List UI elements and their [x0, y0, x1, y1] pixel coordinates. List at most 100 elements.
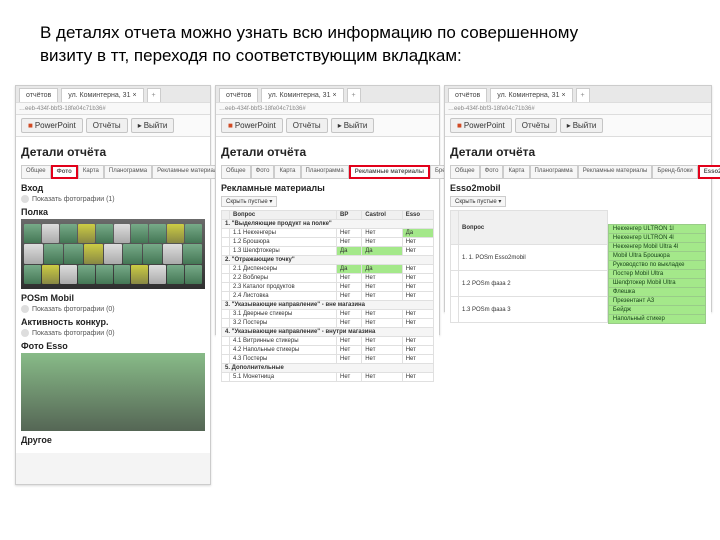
col-header: Esso — [402, 211, 433, 220]
tab-esso2mobil[interactable]: Esso2mobil — [698, 165, 720, 179]
tab-фото[interactable]: Фото — [480, 165, 504, 179]
toolbar: ■PowerPoint Отчёты ▸ Выйти — [445, 115, 711, 137]
tab-new[interactable]: + — [147, 88, 161, 102]
col-header: Вопрос — [230, 211, 337, 220]
table-row[interactable]: 1. "Выделяющие продукт на полке" — [222, 220, 434, 229]
page-title: Детали отчёта — [221, 145, 434, 159]
table-row[interactable]: 4.3 ПостерыНетНетНет — [222, 355, 434, 364]
section-vhod: Вход — [21, 183, 205, 193]
tab-планограмма[interactable]: Планограмма — [530, 165, 578, 179]
table-row[interactable]: 5. Дополнительные — [222, 364, 434, 373]
browser-tabs: отчётов ул. Коминтерна, 31 × + — [16, 86, 210, 102]
table-row[interactable]: 2.2 ВоблерыНетНетНет — [222, 274, 434, 283]
reports-button[interactable]: Отчёты — [515, 118, 557, 133]
table-row[interactable]: 1.3 POSm фаза 3 — [451, 297, 608, 323]
esso2mobil-table: Вопрос1. 1. POSm Esso2mobil1.2 POSm фаза… — [450, 210, 608, 323]
table-row[interactable]: 4.1 Витринные стикерыНетНетНет — [222, 337, 434, 346]
tab-общее[interactable]: Общее — [21, 165, 51, 179]
powerpoint-button[interactable]: ■PowerPoint — [21, 118, 83, 133]
posm-list: Некхенгер ULTRON 1lНекхенгер ULTRON 4lНе… — [608, 224, 706, 323]
tab-address[interactable]: ул. Коминтерна, 31 × — [61, 88, 143, 102]
table-row[interactable]: 2.1 ДиспенсерыДаДаНет — [222, 265, 434, 274]
browser-tabs: отчётов ул. Коминтерна, 31 × + — [445, 86, 711, 102]
table-row[interactable]: 5.1 МонетницаНетНетНет — [222, 373, 434, 382]
url-bar[interactable]: …eeb-434f-bbf3-18fe04c71b36# — [16, 102, 210, 115]
tab-new[interactable]: + — [347, 88, 361, 102]
tab-рекламные материалы[interactable]: Рекламные материалы — [578, 165, 653, 179]
link-vhod-photos[interactable]: Показать фотографии (1) — [21, 195, 205, 203]
detail-tabs: ОбщееФотоКартаПланограммаРекламные матер… — [221, 165, 434, 179]
page-title: Детали отчёта — [21, 145, 205, 159]
tab-address[interactable]: ул. Коминтерна, 31 × — [490, 88, 572, 102]
list-item[interactable]: Напольный стикер — [608, 314, 706, 324]
tab-рекламные материалы[interactable]: Рекламные материалы — [349, 165, 430, 179]
tab-планограмма[interactable]: Планограмма — [301, 165, 349, 179]
exit-button[interactable]: ▸ Выйти — [331, 118, 375, 133]
tab-карта[interactable]: Карта — [274, 165, 300, 179]
photo-icon — [21, 329, 29, 337]
exit-button[interactable]: ▸ Выйти — [560, 118, 604, 133]
tab-reports[interactable]: отчётов — [219, 88, 258, 102]
table-row[interactable]: 4.2 Напольные стикерыНетНетНет — [222, 346, 434, 355]
link-activity-photos[interactable]: Показать фотографии (0) — [21, 329, 205, 337]
tab-reports[interactable]: отчётов — [448, 88, 487, 102]
table-row[interactable]: 2. "Отражающие точку" — [222, 256, 434, 265]
section-other: Другое — [21, 435, 205, 445]
close-icon[interactable]: × — [332, 92, 336, 99]
detail-tabs: ОбщееФотоКартаПланограммаРекламные матер… — [21, 165, 205, 179]
filter-dropdown[interactable]: Скрыть пустые ▾ — [221, 196, 277, 207]
col-header: BP — [337, 211, 362, 220]
toolbar: ■PowerPoint Отчёты ▸ Выйти — [216, 115, 439, 137]
link-posm-photos[interactable]: Показать фотографии (0) — [21, 305, 205, 313]
shelf-photo[interactable] — [21, 219, 205, 289]
table-row[interactable]: 1.2 БрошюраНетНетНет — [222, 238, 434, 247]
url-bar[interactable]: …eeb-434f-bbf3-18fe04c71b36# — [216, 102, 439, 115]
exit-button[interactable]: ▸ Выйти — [131, 118, 175, 133]
table-row[interactable]: 2.3 Каталог продуктовНетНетНет — [222, 283, 434, 292]
tab-общее[interactable]: Общее — [221, 165, 251, 179]
esso-photo[interactable] — [21, 353, 205, 431]
table-row[interactable]: 4. "Указывающие направление" - внутри ма… — [222, 328, 434, 337]
page-title: Детали отчёта — [450, 145, 706, 159]
section-polka: Полка — [21, 207, 205, 217]
section-posm: POSm Mobil — [21, 293, 205, 303]
photo-icon — [21, 305, 29, 313]
table-row[interactable]: 1.3 ШелфтокерыДаДаНет — [222, 247, 434, 256]
close-icon[interactable]: × — [132, 92, 136, 99]
heading-line2: визиту в тт, переходя по соответствующим… — [40, 46, 462, 65]
powerpoint-button[interactable]: ■PowerPoint — [221, 118, 283, 133]
toolbar: ■PowerPoint Отчёты ▸ Выйти — [16, 115, 210, 137]
screenshot-photos: отчётов ул. Коминтерна, 31 × + …eeb-434f… — [15, 85, 211, 485]
tab-карта[interactable]: Карта — [78, 165, 104, 179]
tab-new[interactable]: + — [576, 88, 590, 102]
tab-карта[interactable]: Карта — [503, 165, 529, 179]
screenshot-esso2mobil: отчётов ул. Коминтерна, 31 × + …eeb-434f… — [444, 85, 712, 312]
table-row[interactable]: 3.1 Дверные стикерыНетНетНет — [222, 310, 434, 319]
section-materials: Рекламные материалы — [221, 183, 434, 193]
table-row[interactable]: 3. "Указывающие направление" - вне магаз… — [222, 301, 434, 310]
tab-address[interactable]: ул. Коминтерна, 31 × — [261, 88, 343, 102]
tab-reports[interactable]: отчётов — [19, 88, 58, 102]
url-bar[interactable]: …eeb-434f-bbf3-18fe04c71b36# — [445, 102, 711, 115]
reports-button[interactable]: Отчёты — [86, 118, 128, 133]
screenshot-materials: отчётов ул. Коминтерна, 31 × + …eeb-434f… — [215, 85, 440, 335]
powerpoint-button[interactable]: ■PowerPoint — [450, 118, 512, 133]
reports-button[interactable]: Отчёты — [286, 118, 328, 133]
tab-фото[interactable]: Фото — [251, 165, 275, 179]
table-row[interactable]: 1.2 POSm фаза 2 — [451, 271, 608, 297]
tab-планограмма[interactable]: Планограмма — [104, 165, 152, 179]
tab-бренд-блоки[interactable]: Бренд-блоки — [652, 165, 697, 179]
table-row[interactable]: 1.1 НекхенгерыНетНетДа — [222, 229, 434, 238]
col-header — [222, 211, 230, 220]
table-row[interactable]: 1. 1. POSm Esso2mobil — [451, 245, 608, 271]
filter-dropdown[interactable]: Скрыть пустые ▾ — [450, 196, 506, 207]
close-icon[interactable]: × — [561, 92, 565, 99]
tab-общее[interactable]: Общее — [450, 165, 480, 179]
section-activity: Активность конкур. — [21, 317, 205, 327]
table-row[interactable]: 2.4 ЛистовкаНетНетНет — [222, 292, 434, 301]
tab-фото[interactable]: Фото — [51, 165, 78, 179]
detail-tabs: ОбщееФотоКартаПланограммаРекламные матер… — [450, 165, 706, 179]
materials-table: ВопросBPCastrolEsso1. "Выделяющие продук… — [221, 210, 434, 382]
section-esso: Фото Esso — [21, 341, 205, 351]
table-row[interactable]: 3.2 ПостерыНетНетНет — [222, 319, 434, 328]
